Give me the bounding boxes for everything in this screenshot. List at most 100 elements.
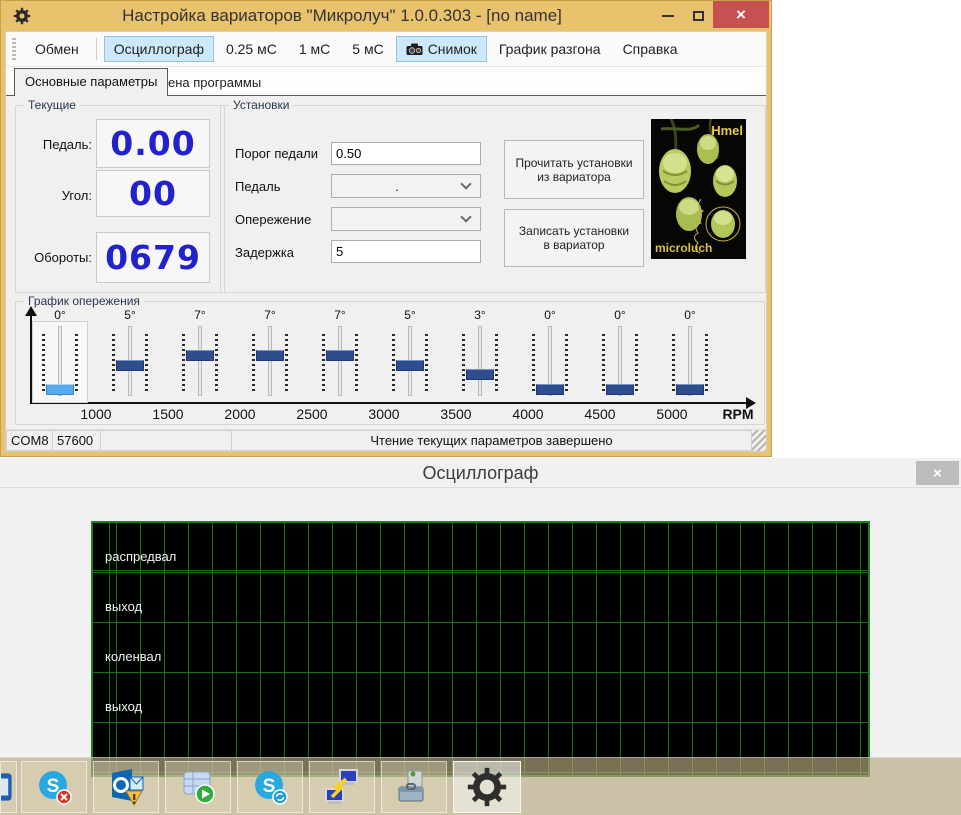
outlook-alert-icon xyxy=(106,767,146,807)
advance-slider[interactable] xyxy=(383,322,437,402)
app-partial-icon xyxy=(0,770,15,804)
taskbar-app-partial[interactable] xyxy=(0,761,17,813)
titlebar[interactable]: Настройка вариаторов "Микролуч" 1.0.0.30… xyxy=(1,1,771,31)
read-settings-button[interactable]: Прочитать установки из вариатора xyxy=(504,140,644,199)
write-settings-button[interactable]: Записать установки в вариатор xyxy=(504,209,644,267)
close-icon: × xyxy=(736,5,746,25)
chevron-down-icon xyxy=(460,211,471,222)
rpm-value: 0679 xyxy=(105,238,201,277)
toolbar-separator xyxy=(96,38,97,60)
advance-slider-unit-1000: 0° xyxy=(33,308,87,402)
delay-spinner xyxy=(331,240,481,263)
oscilloscope-grid: распредвал выход коленвал выход xyxy=(91,521,870,777)
rpm-axis-label: RPM xyxy=(708,406,768,422)
group-current-title: Текущие xyxy=(24,98,80,112)
pedal-value-display: 0.00 xyxy=(96,119,210,168)
slider-thumb[interactable] xyxy=(46,384,74,395)
menu-acceleration-graph[interactable]: График разгона xyxy=(489,36,611,62)
advance-slider[interactable] xyxy=(593,322,647,402)
main-window: Настройка вариаторов "Микролуч" 1.0.0.30… xyxy=(0,0,772,457)
advance-slider[interactable] xyxy=(243,322,297,402)
advance-slider[interactable] xyxy=(523,322,577,402)
rpm-tick-label: 2500 xyxy=(282,406,342,422)
taskbar-skype-offline[interactable]: S xyxy=(21,761,87,813)
advance-slider-unit-3000: 7° xyxy=(313,308,367,402)
slider-track xyxy=(198,326,202,396)
rpm-tick-label: 2000 xyxy=(210,406,270,422)
slider-ticks xyxy=(705,334,708,392)
delay-input[interactable] xyxy=(332,241,512,262)
menu-help[interactable]: Справка xyxy=(613,36,688,62)
advance-slider[interactable] xyxy=(33,322,87,402)
slider-thumb[interactable] xyxy=(256,350,284,361)
slider-track xyxy=(268,326,272,396)
menu-exchange[interactable]: Обмен xyxy=(25,36,89,62)
menu-1ms[interactable]: 1 мС xyxy=(289,36,340,62)
menu-snapshot[interactable]: Снимок xyxy=(396,36,487,62)
advance-combo[interactable] xyxy=(331,207,481,231)
status-bar: COM8 57600 Чтение текущих параметров зав… xyxy=(6,429,766,451)
slider-thumb[interactable] xyxy=(676,384,704,395)
taskbar-table-run[interactable] xyxy=(165,761,231,813)
channel-label-output2: выход xyxy=(105,699,142,714)
advance-slider-unit-4500: 0° xyxy=(523,308,577,402)
slider-thumb[interactable] xyxy=(186,350,214,361)
window-body: Обмен Осциллограф 0.25 мС 1 мС 5 мС Сним… xyxy=(5,31,767,452)
oscilloscope-titlebar[interactable]: Осциллограф × xyxy=(0,458,961,488)
advance-slider[interactable] xyxy=(313,322,367,402)
maximize-button[interactable] xyxy=(683,3,713,29)
taskbar-remote-connection[interactable] xyxy=(309,761,375,813)
gear-icon xyxy=(13,7,31,25)
slider-thumb[interactable] xyxy=(536,384,564,395)
angle-value: 00 xyxy=(129,174,177,213)
slider-ticks xyxy=(285,334,288,392)
taskbar-toolbox[interactable] xyxy=(381,761,447,813)
x-axis xyxy=(30,402,746,404)
advance-slider[interactable] xyxy=(173,322,227,402)
menu-oscilloscope[interactable]: Осциллограф xyxy=(104,36,214,62)
taskbar-skype-sync[interactable]: S xyxy=(237,761,303,813)
status-port: COM8 xyxy=(6,430,53,451)
pedal-combo[interactable]: . xyxy=(331,174,481,198)
advance-slider[interactable] xyxy=(103,322,157,402)
slider-degree-label: 0° xyxy=(663,308,717,322)
slider-ticks xyxy=(425,334,428,392)
status-baud: 57600 xyxy=(53,430,101,451)
menu-5ms[interactable]: 5 мС xyxy=(342,36,393,62)
pedal-threshold-input[interactable] xyxy=(332,143,512,164)
y-axis xyxy=(30,316,32,402)
oscilloscope-close-button[interactable]: × xyxy=(916,461,959,485)
slider-track xyxy=(338,326,342,396)
slider-ticks xyxy=(392,334,395,392)
advance-slider-unit-5000: 0° xyxy=(593,308,647,402)
close-button[interactable]: × xyxy=(713,1,769,28)
slider-degree-label: 5° xyxy=(383,308,437,322)
advance-slider-unit-2500: 7° xyxy=(243,308,297,402)
slider-thumb[interactable] xyxy=(466,369,494,380)
pedal-label: Педаль: xyxy=(0,137,92,152)
resize-grip[interactable] xyxy=(752,430,766,451)
advance-slider[interactable] xyxy=(663,322,717,402)
slider-thumb[interactable] xyxy=(326,350,354,361)
slider-degree-label: 0° xyxy=(593,308,647,322)
channel-label-output1: выход xyxy=(105,599,142,614)
pedal-combo-label: Педаль xyxy=(235,179,280,194)
slider-thumb[interactable] xyxy=(396,360,424,371)
slider-ticks xyxy=(145,334,148,392)
slider-ticks xyxy=(252,334,255,392)
slider-ticks xyxy=(355,334,358,392)
toolbox-icon xyxy=(394,767,434,807)
slider-thumb[interactable] xyxy=(116,360,144,371)
close-icon: × xyxy=(933,465,942,482)
slider-ticks xyxy=(322,334,325,392)
minimize-button[interactable] xyxy=(653,3,683,29)
slider-thumb[interactable] xyxy=(606,384,634,395)
taskbar-outlook-alert[interactable] xyxy=(93,761,159,813)
taskbar-gear-settings[interactable] xyxy=(453,761,521,813)
rpm-tick-label: 3500 xyxy=(426,406,486,422)
toolbar-grip[interactable] xyxy=(12,38,16,60)
status-spare xyxy=(101,430,232,451)
menu-025ms[interactable]: 0.25 мС xyxy=(216,36,287,62)
tab-main-parameters[interactable]: Основные параметры xyxy=(14,68,168,96)
advance-slider[interactable] xyxy=(453,322,507,402)
